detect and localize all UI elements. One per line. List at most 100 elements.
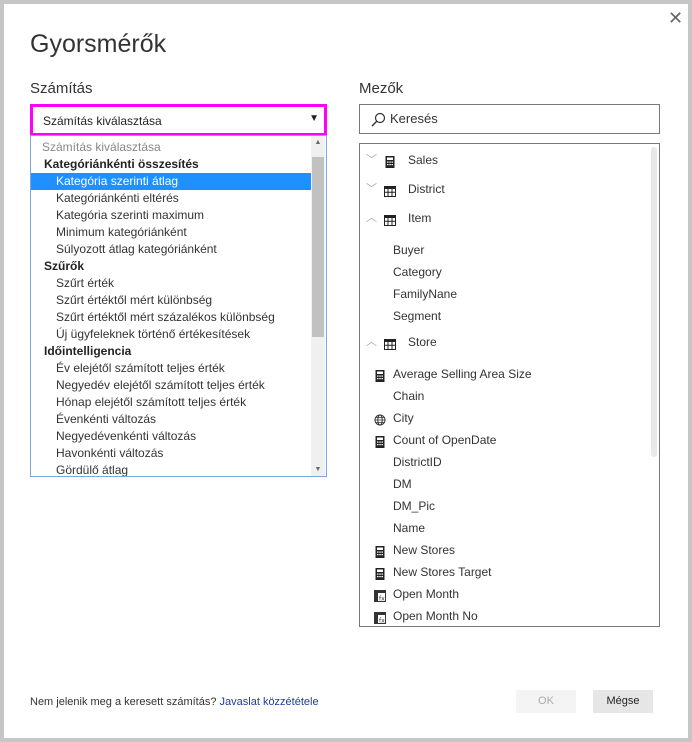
- field-name: DM: [393, 477, 412, 491]
- field-item[interactable]: Name: [360, 518, 650, 538]
- quick-measures-dialog: ✕ Gyorsmérők Számítás Mezők Számítás kiv…: [4, 4, 688, 738]
- field-name: Buyer: [393, 243, 425, 257]
- field-name: Chain: [393, 389, 425, 403]
- field-item[interactable]: DistrictID: [360, 452, 650, 472]
- table-name: Sales: [408, 153, 439, 167]
- calculator-icon: [374, 368, 386, 382]
- field-item[interactable]: City: [360, 408, 650, 428]
- dropdown-option[interactable]: Számítás kiválasztása: [31, 139, 311, 156]
- dropdown-option[interactable]: Új ügyfeleknek történő értékesítések: [31, 326, 311, 343]
- field-name: DM_Pic: [393, 499, 436, 513]
- field-item[interactable]: Count of OpenDate: [360, 430, 650, 450]
- chevron-up-icon[interactable]: ︿: [366, 208, 377, 228]
- dropdown-option[interactable]: Gördülő átlag: [31, 462, 311, 476]
- dialog-title: Gyorsmérők: [30, 30, 167, 58]
- field-name: FamilyNane: [393, 287, 458, 301]
- close-icon[interactable]: ✕: [668, 8, 683, 29]
- dropdown-arrow-icon[interactable]: ▼: [309, 113, 319, 124]
- field-item[interactable]: Segment: [360, 306, 650, 326]
- fields-scrollbar[interactable]: [651, 147, 657, 457]
- scrollbar-thumb[interactable]: [312, 157, 324, 337]
- dropdown-option[interactable]: Szűrt értéktől mért százalékos különbség: [31, 309, 311, 326]
- fields-search-input[interactable]: Keresés: [359, 104, 660, 134]
- dropdown-option[interactable]: Év elejétől számított teljes érték: [31, 360, 311, 377]
- dropdown-option[interactable]: Kategória szerinti maximum: [31, 207, 311, 224]
- field-item[interactable]: Category: [360, 262, 650, 282]
- table-name: Item: [408, 211, 432, 225]
- chevron-down-icon[interactable]: ﹀: [366, 150, 377, 170]
- cancel-button[interactable]: Mégse: [593, 690, 653, 713]
- field-name: Open Month No: [393, 609, 478, 623]
- calculator-icon: [374, 566, 386, 580]
- table-name: District: [408, 182, 445, 196]
- dropdown-option[interactable]: Súlyozott átlag kategóriánként: [31, 241, 311, 258]
- option-group-header: Kategóriánkénti összesítés: [44, 157, 199, 171]
- scroll-up-icon[interactable]: ▲: [311, 139, 325, 146]
- field-item[interactable]: fx Open Month: [360, 584, 650, 604]
- field-name: New Stores Target: [393, 565, 492, 579]
- field-name: Category: [393, 265, 442, 279]
- field-item[interactable]: DM: [360, 474, 650, 494]
- calculated-column-icon: fx: [374, 610, 386, 625]
- dropdown-option[interactable]: Negyedév elejétől számított teljes érték: [31, 377, 311, 394]
- field-item[interactable]: Average Selling Area Size: [360, 364, 650, 384]
- field-item[interactable]: Buyer: [360, 240, 650, 260]
- search-placeholder: Keresés: [390, 111, 438, 126]
- calculation-label: Számítás: [30, 80, 93, 97]
- table-name: Store: [408, 335, 437, 349]
- table-node-item[interactable]: ︿ Item: [360, 208, 650, 228]
- ok-button[interactable]: OK: [516, 690, 576, 713]
- dropdown-option[interactable]: Havonkénti változás: [31, 445, 311, 462]
- dropdown-option[interactable]: Negyedévenkénti változás: [31, 428, 311, 445]
- field-name: Segment: [393, 309, 442, 323]
- option-group-header: Időintelligencia: [44, 344, 132, 358]
- field-item[interactable]: New Stores Target: [360, 562, 650, 582]
- field-name: City: [393, 411, 414, 425]
- footer-message: Nem jelenik meg a keresett számítás? Jav…: [30, 696, 319, 708]
- scroll-down-icon[interactable]: ▼: [311, 466, 325, 473]
- chevron-down-icon[interactable]: ﹀: [366, 179, 377, 199]
- calculation-select-value: Számítás kiválasztása: [43, 114, 162, 128]
- field-name: Average Selling Area Size: [393, 367, 532, 381]
- calculation-select[interactable]: Számítás kiválasztása ▼: [30, 104, 327, 136]
- field-item[interactable]: New Stores: [360, 540, 650, 560]
- field-item[interactable]: Chain: [360, 386, 650, 406]
- dropdown-option[interactable]: Minimum kategóriánként: [31, 224, 311, 241]
- calculation-dropdown-list: Számítás kiválasztása Kategóriánkénti öss…: [30, 135, 327, 477]
- field-item[interactable]: FamilyNane: [360, 284, 650, 304]
- svg-text:fx: fx: [379, 618, 385, 625]
- option-group-header: Szűrők: [44, 259, 85, 273]
- field-item[interactable]: fx Open Month No: [360, 606, 650, 626]
- table-icon: [384, 336, 396, 350]
- globe-icon: [374, 412, 386, 426]
- field-name: Open Month: [393, 587, 460, 601]
- footer-text: Nem jelenik meg a keresett számítás?: [30, 696, 217, 708]
- table-node-sales[interactable]: ﹀ Sales: [360, 150, 650, 170]
- svg-text:fx: fx: [379, 596, 385, 603]
- calculator-icon: [374, 544, 386, 558]
- dropdown-option[interactable]: Hónap elejétől számított teljes érték: [31, 394, 311, 411]
- chevron-up-icon[interactable]: ︿: [366, 332, 377, 352]
- calculated-column-icon: fx: [374, 588, 386, 603]
- table-icon: [384, 212, 396, 226]
- dropdown-option[interactable]: Szűrt értéktől mért különbség: [31, 292, 311, 309]
- dropdown-option[interactable]: Szűrt érték: [31, 275, 311, 292]
- dropdown-option[interactable]: Kategóriánkénti eltérés: [31, 190, 311, 207]
- field-item[interactable]: DM_Pic: [360, 496, 650, 516]
- table-node-store[interactable]: ︿ Store: [360, 332, 650, 352]
- search-icon: [371, 112, 386, 127]
- fields-tree: ﹀ Sales ﹀ District ︿ Item Buyer Category FamilyN…: [359, 143, 660, 627]
- field-name: New Stores: [393, 543, 456, 557]
- dropdown-scrollbar[interactable]: ▲ ▼: [311, 136, 325, 476]
- field-name: Count of OpenDate: [393, 433, 497, 447]
- suggest-link[interactable]: Javaslat közzététele: [220, 696, 319, 708]
- calculator-icon: [384, 154, 396, 168]
- dropdown-option[interactable]: Kategória szerinti átlag: [31, 173, 311, 190]
- field-name: Name: [393, 521, 426, 535]
- field-name: DistrictID: [393, 455, 442, 469]
- fields-label: Mezők: [359, 80, 404, 97]
- calculator-icon: [374, 434, 386, 448]
- table-icon: [384, 183, 396, 197]
- dropdown-option[interactable]: Évenkénti változás: [31, 411, 311, 428]
- table-node-district[interactable]: ﹀ District: [360, 179, 650, 199]
